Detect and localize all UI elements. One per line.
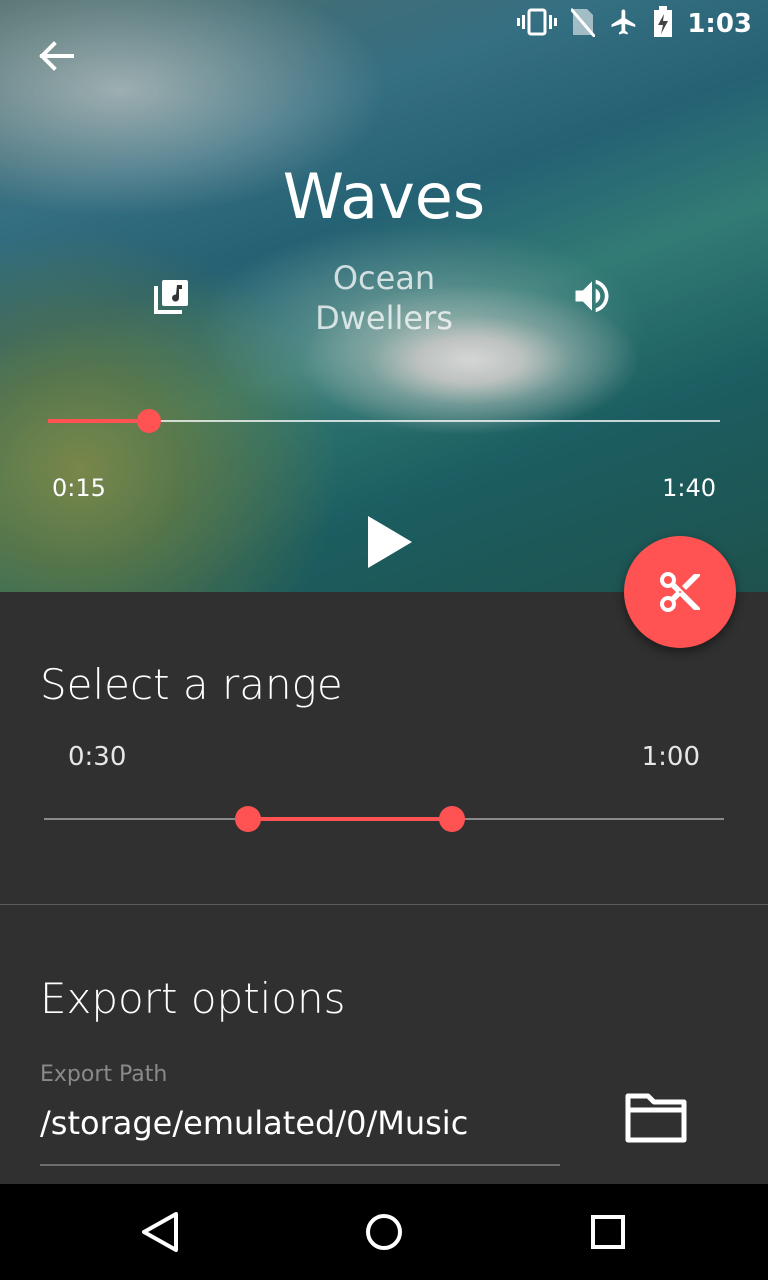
volume-button[interactable] — [568, 274, 616, 318]
range-end-label: 1:00 — [641, 742, 700, 772]
seek-progress — [48, 419, 149, 423]
play-button[interactable] — [360, 510, 424, 574]
nav-recents-button[interactable] — [584, 1208, 632, 1256]
export-path-label: Export Path — [40, 1062, 168, 1087]
seek-bar[interactable] — [48, 409, 720, 433]
track-title: Waves — [282, 160, 486, 233]
nav-back-button[interactable] — [136, 1208, 184, 1256]
back-triangle-icon — [142, 1212, 178, 1252]
section-divider — [0, 904, 768, 905]
export-path-underline — [40, 1164, 560, 1166]
track-artist: Ocean Dwellers — [315, 259, 453, 337]
play-icon — [368, 516, 412, 568]
seek-thumb[interactable] — [136, 409, 161, 433]
nav-home-button[interactable] — [360, 1208, 408, 1256]
recents-square-icon — [591, 1215, 625, 1249]
arrow-back-icon — [39, 41, 74, 71]
range-slider[interactable] — [44, 806, 724, 832]
back-button[interactable] — [32, 32, 80, 80]
status-clock: 1:03 — [687, 9, 752, 39]
battery-charging-icon — [653, 6, 673, 42]
range-selected — [248, 817, 452, 821]
volume-up-icon — [575, 279, 609, 313]
library-music-icon — [154, 280, 188, 314]
airplane-mode-icon — [609, 7, 639, 41]
range-end-thumb[interactable] — [439, 806, 465, 832]
range-start-thumb[interactable] — [235, 806, 261, 832]
browse-folder-button[interactable] — [620, 1088, 692, 1148]
export-section-title: Export options — [40, 974, 346, 1023]
playlist-button[interactable] — [152, 276, 192, 316]
hero-artwork: 1:03 Waves Ocean Dwellers 0:15 1:40 — [0, 0, 768, 592]
total-time: 1:40 — [662, 474, 716, 502]
system-navigation-bar — [0, 1184, 768, 1280]
trim-fab-button[interactable] — [624, 536, 736, 648]
folder-icon — [625, 1093, 687, 1143]
current-time: 0:15 — [52, 474, 106, 502]
no-sim-icon — [570, 7, 597, 41]
range-section-title: Select a range — [40, 660, 343, 709]
status-bar: 1:03 — [0, 0, 768, 48]
export-path-input[interactable] — [40, 1104, 560, 1142]
scissors-icon — [660, 572, 700, 612]
home-circle-icon — [366, 1214, 402, 1250]
range-start-label: 0:30 — [68, 742, 127, 772]
vibrate-icon — [517, 8, 558, 40]
